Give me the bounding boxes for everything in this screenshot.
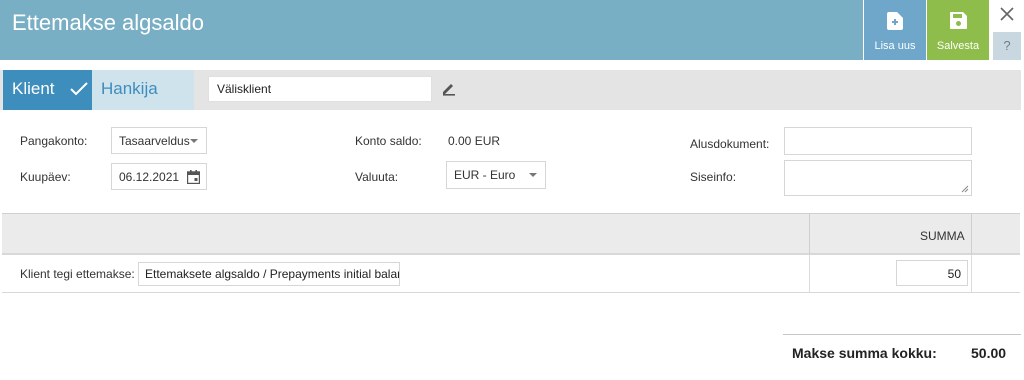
total-divider [783,334,1021,335]
alusdokument-input[interactable] [784,127,972,155]
chevron-down-icon [529,173,537,177]
tab-hankija[interactable]: Hankija [92,70,194,110]
party-name-input[interactable]: Välisklient [208,76,432,102]
pangakonto-select[interactable]: Tasaarveldus [111,127,207,154]
page-title: Ettemakse algsaldo [12,10,204,35]
kuupaev-label: Kuupäev: [20,170,71,184]
save-label: Salvesta [936,40,980,52]
help-button[interactable]: ? [993,32,1021,60]
summa-column-header: SUMMA [920,229,965,243]
konto-saldo-label: Konto saldo: [355,134,422,148]
siseinfo-label: Siseinfo: [690,170,737,184]
total-value: 50.00 [971,345,1007,361]
konto-saldo-value: 0.00 EUR [448,134,501,148]
valuuta-select[interactable]: EUR - Euro [446,161,546,189]
save-button[interactable]: Salvesta [927,0,989,60]
save-icon [950,12,967,29]
date-input[interactable]: 06.12.2021 [111,163,207,190]
pangakonto-label: Pangakonto: [20,134,88,148]
add-new-label: Lisa uus [874,40,916,52]
chevron-down-icon [190,139,198,143]
add-new-button[interactable]: Lisa uus [864,0,926,60]
date-value: 06.12.2021 [119,170,180,184]
alusdokument-label: Alusdokument: [690,137,770,151]
amount-input[interactable]: 50 [896,260,968,286]
resize-handle-icon[interactable] [961,185,969,193]
pencil-icon[interactable] [442,82,456,96]
file-plus-icon [887,12,903,30]
table-row: Klient tegi ettemakse: Ettemaksete algsa… [2,255,1020,293]
grid-header: SUMMA [2,213,1020,255]
calendar-icon[interactable] [187,170,200,184]
tab-klient-label: Klient [12,79,55,98]
row-label: Klient tegi ettemakse: [20,267,135,281]
tab-klient[interactable]: Klient [3,70,92,110]
total-label: Makse summa kokku: [792,345,937,361]
valuuta-value: EUR - Euro [454,168,516,182]
account-input[interactable]: Ettemaksete algsaldo / Prepayments initi… [138,262,400,286]
pangakonto-value: Tasaarveldus [119,134,190,148]
party-type-bar: Klient Hankija [0,70,1021,110]
total-summary: Makse summa kokku: 50.00 [792,345,1006,361]
valuuta-label: Valuuta: [355,170,399,184]
page-header: Ettemakse algsaldo [0,0,863,60]
checkmark-icon [70,82,88,96]
tab-hankija-label: Hankija [101,79,158,98]
close-button[interactable] [995,3,1019,27]
close-icon [1000,7,1014,21]
siseinfo-textarea[interactable] [784,160,972,196]
